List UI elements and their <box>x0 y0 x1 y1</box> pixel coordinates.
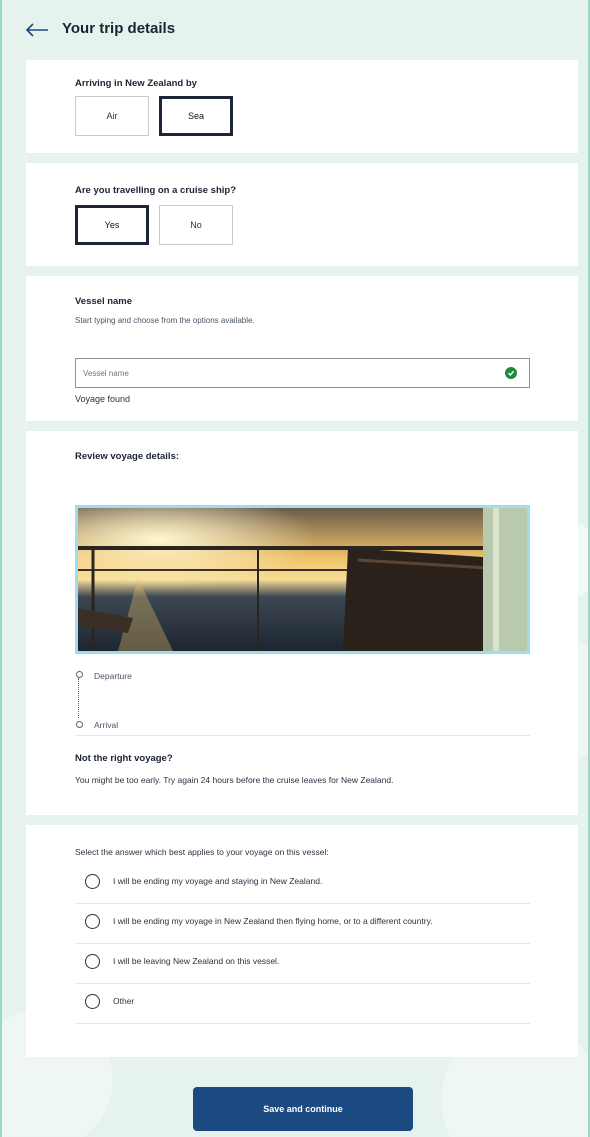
review-divider <box>75 735 530 736</box>
vessel-label: Vessel name <box>75 296 133 307</box>
departure-dot <box>76 671 83 678</box>
cruise-option-no[interactable]: No <box>159 205 233 245</box>
radio-label: I will be ending my voyage in New Zealan… <box>113 916 433 926</box>
voyage-image <box>75 505 530 654</box>
arrival-dot <box>76 721 83 728</box>
review-card: Review voyage details: Departure Arrival… <box>26 431 578 815</box>
departure-label: Departure <box>94 671 132 681</box>
voyage-answer-option-2[interactable]: I will be ending my voyage in New Zealan… <box>75 903 530 944</box>
cruise-question: Are you travelling on a cruise ship? <box>75 185 237 196</box>
review-title: Review voyage details: <box>75 451 180 462</box>
voyage-answer-option-1[interactable]: I will be ending my voyage and staying i… <box>75 863 530 904</box>
not-right-voyage-text: You might be too early. Try again 24 hou… <box>75 775 394 785</box>
save-and-continue-button[interactable]: Save and continue <box>193 1087 413 1131</box>
voyage-answer-option-4[interactable]: Other <box>75 983 530 1024</box>
cruise-option-yes[interactable]: Yes <box>75 205 149 245</box>
vessel-hint: Start typing and choose from the options… <box>75 316 255 325</box>
voyage-answer-card: Select the answer which best applies to … <box>26 825 578 1057</box>
vessel-name-input[interactable] <box>75 358 530 388</box>
radio-label: I will be ending my voyage and staying i… <box>113 876 323 886</box>
page-title: Your trip details <box>62 20 176 37</box>
voyage-answer-option-3[interactable]: I will be leaving New Zealand on this ve… <box>75 943 530 984</box>
arrival-label: Arrival <box>94 720 119 730</box>
radio-button[interactable] <box>85 914 100 929</box>
page-header: Your trip details <box>0 0 590 58</box>
vessel-card: Vessel name Start typing and choose from… <box>26 276 578 421</box>
radio-button[interactable] <box>85 994 100 1009</box>
radio-button[interactable] <box>85 954 100 969</box>
arrival-question: Arriving in New Zealand by <box>75 78 197 89</box>
arrow-left-icon <box>25 23 48 37</box>
cruise-card: Are you travelling on a cruise ship? Yes… <box>26 163 578 266</box>
voyage-found-status: Voyage found <box>75 394 131 404</box>
radio-label: Other <box>113 996 135 1006</box>
arrival-card: Arriving in New Zealand by Air Sea <box>26 60 578 153</box>
timeline-connector <box>78 678 79 718</box>
voyage-answer-question: Select the answer which best applies to … <box>75 847 329 857</box>
not-right-voyage-title: Not the right voyage? <box>75 753 173 764</box>
arrival-option-air[interactable]: Air <box>75 96 149 136</box>
radio-label: I will be leaving New Zealand on this ve… <box>113 956 280 966</box>
radio-button[interactable] <box>85 874 100 889</box>
back-button[interactable] <box>22 18 52 42</box>
check-circle-icon <box>505 367 517 379</box>
arrival-option-sea[interactable]: Sea <box>159 96 233 136</box>
